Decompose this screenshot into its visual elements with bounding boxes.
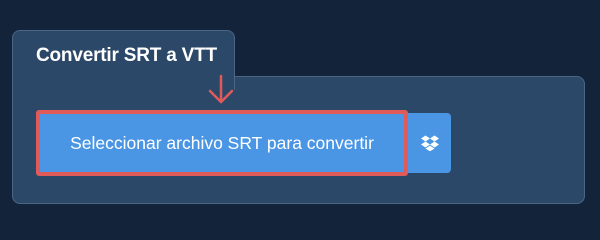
down-arrow-icon: [208, 74, 234, 104]
select-srt-file-button[interactable]: Seleccionar archivo SRT para convertir: [36, 110, 408, 176]
dropbox-icon: [420, 135, 439, 152]
dropbox-button[interactable]: [408, 113, 451, 173]
select-srt-file-label: Seleccionar archivo SRT para convertir: [70, 132, 374, 153]
tab-title: Convertir SRT a VTT: [36, 45, 217, 66]
